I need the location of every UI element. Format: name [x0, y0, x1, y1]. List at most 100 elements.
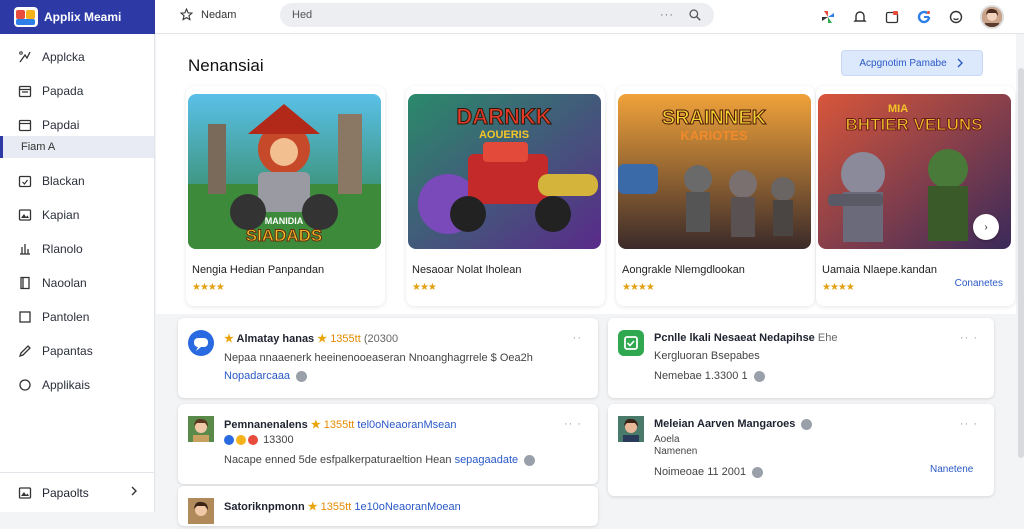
star-outline-icon — [180, 8, 193, 21]
search-options-icon[interactable]: ··· — [660, 9, 674, 21]
more-options-icon[interactable]: ·· · — [564, 418, 582, 430]
featured-section: Nenansiai Acpgnotim Pamabe MANIDIA SIADA… — [156, 34, 1016, 314]
game-card-art: MANIDIA SIADADS — [188, 94, 381, 249]
list-item-title: Satoriknpmonn ★ 1355tt 1e10oNeaoranMoean — [224, 501, 461, 513]
sidebar-item-applcka[interactable]: Applcka — [0, 40, 154, 74]
calendar-alt-icon — [18, 119, 32, 132]
more-options-icon[interactable]: ·· — [573, 332, 582, 344]
scrollbar[interactable] — [1018, 68, 1024, 458]
card-link[interactable]: Conanetes — [955, 278, 1003, 289]
more-options-icon[interactable]: ·· · — [960, 332, 978, 344]
image-icon — [18, 209, 32, 221]
section-action-button[interactable]: Acpgnotim Pamabe — [841, 50, 983, 76]
sidebar-item-papada[interactable]: Papada — [0, 74, 154, 108]
image-icon — [18, 486, 32, 499]
sidebar-item-label: Papada — [42, 84, 84, 98]
sidebar-item-label: Papantas — [42, 344, 93, 358]
nav-home-label: Nedam — [201, 8, 237, 21]
chart-icon — [20, 244, 30, 255]
game-card-art: SRAINNEK KARIOTES — [618, 94, 811, 249]
top-bar: Applix Meami Nedam ··· — [0, 0, 1024, 34]
calendar-icon — [18, 85, 32, 98]
sidebar-item-pantolen[interactable]: Pantolen — [0, 300, 154, 334]
art-title: SRAINNEK — [662, 107, 767, 129]
list-item[interactable]: ★ Almatay hanas ★ 1355tt (20300 ·· Nepaa… — [178, 318, 598, 398]
chat-icon[interactable] — [948, 9, 964, 25]
calendar-app-icon — [618, 330, 644, 356]
game-card-art: BHTIER VELUNS MIA › — [818, 94, 1011, 249]
verified-icon — [801, 418, 813, 430]
book-icon — [20, 276, 30, 290]
google-icon[interactable] — [916, 9, 932, 25]
sidebar-item-label: Applcka — [42, 50, 85, 64]
sidebar-item-label: Papdai — [42, 118, 80, 132]
rating-stars: ★★★★ — [622, 282, 655, 293]
calendar-check-icon — [18, 175, 32, 188]
circle-icon — [19, 379, 31, 391]
chevron-right-icon[interactable] — [128, 485, 140, 497]
art-title: BHTIER VELUNS — [846, 115, 983, 134]
list-item[interactable]: Pemnanenalens ★ 1355tt tel0oNeaoranMsean… — [178, 404, 598, 484]
game-card-title: Nesaoar Nolat Iholean — [412, 264, 522, 276]
verified-icon — [752, 466, 764, 478]
calendar-badge-icon[interactable] — [884, 9, 900, 25]
sidebar-item-label: Blackan — [42, 174, 85, 188]
search-input[interactable] — [292, 9, 660, 21]
sidebar-item-label: Kapian — [42, 208, 80, 222]
user-photo — [188, 498, 214, 524]
art-sub: MANIDIA — [265, 216, 304, 226]
top-icons — [820, 5, 1004, 29]
sidebar-item-kapian[interactable]: Kapian — [0, 198, 154, 232]
rating-stars: ★★★★ — [192, 282, 225, 293]
sidebar-item-applikais[interactable]: Applikais — [0, 368, 154, 402]
list-item-footer: Noimeoae 11 2001 — [654, 466, 764, 478]
game-card[interactable]: DARNKK AOUERIS Nesaoar Nolat Iholean ★★★ — [406, 86, 605, 306]
app-logo-icon — [14, 7, 38, 27]
list-item-sub: Aoela — [654, 434, 680, 445]
sidebar-item-naoolan[interactable]: Naoolan — [0, 266, 154, 300]
nav-home[interactable]: Nedam — [180, 8, 236, 21]
list-item[interactable]: Meleian Aarven Mangaroes ·· · Aoela Name… — [608, 404, 994, 496]
list-item-link[interactable]: Nanetene — [930, 464, 973, 475]
list-item[interactable]: Satoriknpmonn ★ 1355tt 1e10oNeaoranMoean — [178, 486, 598, 526]
game-card-title: Nengia Hedian Panpandan — [192, 264, 325, 276]
search-icon[interactable] — [688, 8, 702, 22]
verified-icon — [753, 370, 765, 382]
play-button[interactable]: › — [973, 214, 999, 240]
rating-stars: ★★★ — [412, 282, 437, 293]
art-sub: MIA — [888, 103, 908, 115]
sidebar-item-label: Applikais — [42, 378, 91, 392]
chat-app-icon — [188, 330, 214, 356]
sidebar-item-label: Naoolan — [42, 276, 87, 290]
app-title: Applix Meami — [44, 10, 122, 24]
notification-icon[interactable] — [852, 9, 868, 25]
game-card-art: DARNKK AOUERIS — [408, 94, 601, 249]
sidebar-footer[interactable]: Papaolts — [0, 472, 154, 512]
sidebar-item-blackan[interactable]: Blackan — [0, 164, 154, 198]
sidebar: Applcka Papada Papdai Fiam A Blackan Kap… — [0, 34, 155, 512]
list-item-description: Nepaa nnaaenerk heeinenooeaseran Nnoangh… — [224, 352, 533, 364]
art-sub: AOUERIS — [479, 129, 529, 141]
sidebar-item-papantas[interactable]: Papantas — [0, 334, 154, 368]
sidebar-item-rlanolo[interactable]: Rlanolo — [0, 232, 154, 266]
app-brand[interactable]: Applix Meami — [0, 0, 155, 34]
sidebar-footer-label: Papaolts — [42, 485, 89, 500]
play-icon: › — [984, 221, 988, 233]
pinwheel-icon[interactable] — [820, 9, 836, 25]
search-bar[interactable]: ··· — [280, 3, 714, 27]
more-options-icon[interactable]: ·· · — [960, 418, 978, 430]
list-item-title: Meleian Aarven Mangaroes — [654, 418, 813, 430]
game-card[interactable]: BHTIER VELUNS MIA › Uamaia Nlaepe.kandan… — [816, 86, 1015, 306]
section-title: Nenansiai — [188, 56, 264, 75]
pen-icon — [18, 345, 31, 358]
square-icon — [19, 311, 31, 323]
art-title: SIADADS — [246, 226, 323, 245]
game-card[interactable]: SRAINNEK KARIOTES Aongrakle Nlemgdlookan… — [616, 86, 815, 306]
user-avatar[interactable] — [980, 5, 1004, 29]
user-photo — [618, 416, 644, 442]
list-item-description: Nacape enned 5de esfpalkerpaturaeltion H… — [224, 454, 536, 466]
rating-stars: ★★★★ — [822, 282, 855, 293]
list-item[interactable]: Pcnlle lkali Nesaeat Nedapihse Ehe ·· · … — [608, 318, 994, 398]
sidebar-subitem[interactable]: Fiam A — [0, 136, 154, 158]
game-card[interactable]: MANIDIA SIADADS Nengia Hedian Panpandan … — [186, 86, 385, 306]
